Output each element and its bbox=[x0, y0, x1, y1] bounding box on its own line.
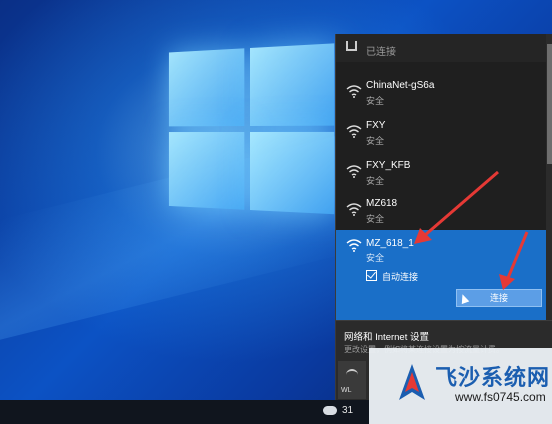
logo-pane-tr bbox=[250, 43, 334, 126]
flyout-scrollbar[interactable] bbox=[546, 34, 552, 320]
logo-pane-br bbox=[250, 132, 334, 214]
logo-pane-tl bbox=[169, 48, 244, 126]
connection-status-text: 已连接 bbox=[366, 43, 396, 58]
network-flyout: 已连接 ChinaNet-gS6a 安全 FXY 安全 FXY_KFB 安全 M… bbox=[335, 34, 552, 400]
network-item[interactable]: FXY_KFB 安全 bbox=[336, 152, 546, 190]
connection-status-row[interactable]: 已连接 bbox=[336, 34, 552, 62]
wifi-icon bbox=[346, 202, 362, 216]
wlan-quick-tile[interactable]: WL bbox=[338, 361, 366, 399]
network-security: 安全 bbox=[366, 134, 384, 147]
auto-connect-label: 自动连接 bbox=[382, 270, 418, 283]
network-item[interactable]: MZ618 安全 bbox=[336, 190, 546, 228]
wifi-tile-icon bbox=[346, 369, 358, 381]
ethernet-icon bbox=[346, 41, 357, 51]
wifi-icon bbox=[346, 164, 362, 178]
windows-logo bbox=[169, 43, 341, 223]
wifi-icon bbox=[346, 84, 362, 98]
auto-connect-checkbox[interactable] bbox=[366, 270, 377, 281]
network-security: 安全 bbox=[366, 94, 384, 107]
network-name: ChinaNet-gS6a bbox=[366, 80, 434, 91]
network-item[interactable]: FXY 安全 bbox=[336, 112, 546, 150]
network-name: FXY bbox=[366, 120, 385, 131]
logo-pane-bl bbox=[169, 132, 244, 210]
network-security: 安全 bbox=[366, 174, 384, 187]
watermark-logo-icon bbox=[397, 362, 427, 404]
scroll-thumb[interactable] bbox=[547, 44, 552, 164]
wifi-icon bbox=[346, 238, 362, 252]
site-watermark: 飞沙系统网 www.fs0745.com bbox=[369, 348, 552, 424]
tray-temperature[interactable]: 31 bbox=[342, 405, 353, 416]
network-name: FXY_KFB bbox=[366, 160, 410, 171]
watermark-url: www.fs0745.com bbox=[455, 390, 546, 404]
selected-network-item[interactable]: MZ_618_1 安全 自动连接 连接 bbox=[336, 230, 546, 322]
checkmark-icon bbox=[367, 269, 376, 278]
network-security: 安全 bbox=[366, 212, 384, 225]
watermark-title: 飞沙系统网 bbox=[435, 360, 550, 392]
network-settings-link[interactable]: 网络和 Internet 设置 bbox=[344, 329, 429, 343]
selected-network-name: MZ_618_1 bbox=[366, 238, 414, 249]
quick-tile-label: WL bbox=[341, 387, 352, 394]
network-name: MZ618 bbox=[366, 198, 397, 209]
weather-cloud-icon[interactable] bbox=[323, 406, 337, 415]
wifi-icon bbox=[346, 124, 362, 138]
network-item[interactable]: ChinaNet-gS6a 安全 bbox=[336, 72, 546, 110]
selected-network-security: 安全 bbox=[366, 251, 384, 264]
connect-button[interactable]: 连接 bbox=[456, 289, 542, 307]
